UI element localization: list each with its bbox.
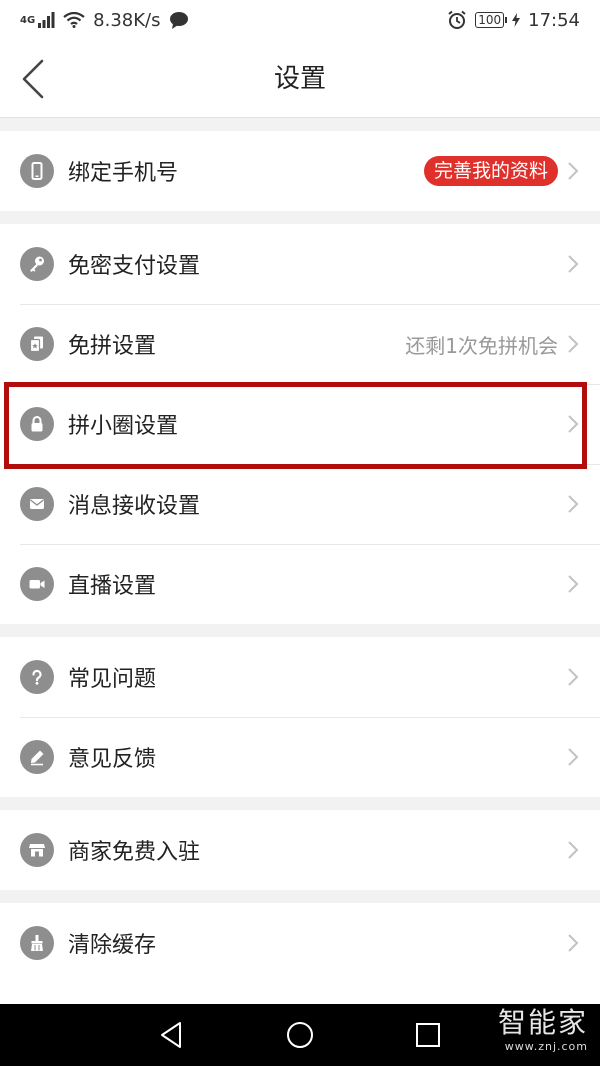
chevron-right-icon: [568, 255, 579, 273]
setting-row-message-settings[interactable]: 消息接收设置: [0, 464, 600, 544]
chevron-right-icon: [568, 575, 579, 593]
setting-label: 绑定手机号: [68, 161, 179, 186]
setting-row-free-group-buy[interactable]: 免拼设置 还剩1次免拼机会: [0, 304, 600, 384]
wifi-icon: [63, 12, 85, 28]
row-icon-circle: [20, 660, 54, 694]
settings-group-main: 免密支付设置 免拼设置 还剩1次免拼机会 拼小圈设置 消息接收设置 直播设置: [0, 224, 600, 624]
clock: 17:54: [528, 9, 580, 31]
setting-row-clear-cache[interactable]: 清除缓存: [0, 903, 600, 983]
row-icon-circle: [20, 247, 54, 281]
settings-group-account: 绑定手机号 完善我的资料: [0, 131, 600, 211]
network-speed: 8.38K/s: [93, 9, 161, 31]
status-right: 100 17:54: [447, 10, 580, 31]
nav-bar: 设置: [0, 40, 600, 118]
settings-group-help: 常见问题 意见反馈: [0, 637, 600, 797]
broom-icon: [31, 935, 43, 951]
key-icon: [30, 256, 44, 272]
row-icon-circle: [20, 407, 54, 441]
chevron-right-icon: [568, 415, 579, 433]
settings-group-cache: 清除缓存: [0, 903, 600, 1004]
chevron-right-icon: [568, 668, 579, 686]
setting-label: 免拼设置: [68, 334, 157, 359]
setting-row-live-settings[interactable]: 直播设置: [0, 544, 600, 624]
watermark-url: www.znj.com: [504, 1040, 588, 1053]
nav-home-icon[interactable]: [285, 1020, 315, 1050]
back-arrow-icon[interactable]: [18, 58, 48, 100]
row-icon-circle: [20, 327, 54, 361]
battery-indicator: 100: [475, 12, 508, 28]
setting-row-merchant-join[interactable]: 商家免费入驻: [0, 810, 600, 890]
android-nav-bar: 智能家 www.znj.com: [0, 1004, 600, 1066]
alarm-icon: [448, 10, 466, 29]
video-camera-icon: [29, 580, 45, 589]
free-chance-remaining: 还剩1次免拼机会: [405, 333, 558, 358]
charging-icon: [512, 13, 521, 27]
setting-label: 商家免费入驻: [68, 840, 201, 865]
page-title: 设置: [273, 64, 326, 94]
row-icon-circle: [20, 926, 54, 960]
setting-row-bind-phone[interactable]: 绑定手机号 完善我的资料: [0, 131, 600, 211]
question-icon: [32, 669, 42, 685]
chevron-right-icon: [568, 495, 579, 513]
settings-group-merchant: 商家免费入驻: [0, 810, 600, 890]
setting-row-circle-settings[interactable]: 拼小圈设置: [0, 384, 600, 464]
chevron-right-icon: [568, 934, 579, 952]
card-icon: [29, 336, 43, 353]
setting-label: 清除缓存: [68, 933, 157, 958]
setting-row-password-free-pay[interactable]: 免密支付设置: [0, 224, 600, 304]
nav-back-icon[interactable]: [157, 1020, 187, 1050]
setting-label: 消息接收设置: [68, 494, 201, 519]
setting-row-feedback[interactable]: 意见反馈: [0, 717, 600, 797]
complete-profile-badge[interactable]: 完善我的资料: [423, 156, 558, 186]
signal-icon: [38, 12, 55, 28]
network-type: 4G: [20, 14, 36, 26]
pencil-icon: [31, 750, 44, 766]
watermark-title: 智能家: [497, 1006, 588, 1039]
status-bar: 4G 8.38K/s 100 17:54: [0, 0, 600, 40]
row-icon-circle: [20, 154, 54, 188]
chat-bubble-icon: [169, 12, 188, 29]
mail-icon: [30, 499, 44, 509]
status-left: 4G 8.38K/s: [20, 10, 189, 31]
chevron-right-icon: [568, 162, 579, 180]
setting-label: 常见问题: [68, 667, 157, 692]
lock-icon: [31, 416, 43, 432]
chevron-right-icon: [568, 841, 579, 859]
setting-row-faq[interactable]: 常见问题: [0, 637, 600, 717]
row-icon-circle: [20, 740, 54, 774]
setting-label: 免密支付设置: [68, 254, 201, 279]
chevron-right-icon: [568, 335, 579, 353]
phone-icon: [31, 162, 43, 180]
row-icon-circle: [20, 487, 54, 521]
setting-label: 意见反馈: [68, 747, 157, 772]
row-icon-circle: [20, 567, 54, 601]
chevron-right-icon: [568, 748, 579, 766]
watermark: 智能家 www.znj.com: [498, 1006, 588, 1054]
store-icon: [29, 844, 45, 857]
nav-recents-icon[interactable]: [413, 1020, 443, 1050]
setting-label: 直播设置: [68, 574, 157, 599]
row-icon-circle: [20, 833, 54, 867]
setting-label: 拼小圈设置: [68, 414, 179, 439]
